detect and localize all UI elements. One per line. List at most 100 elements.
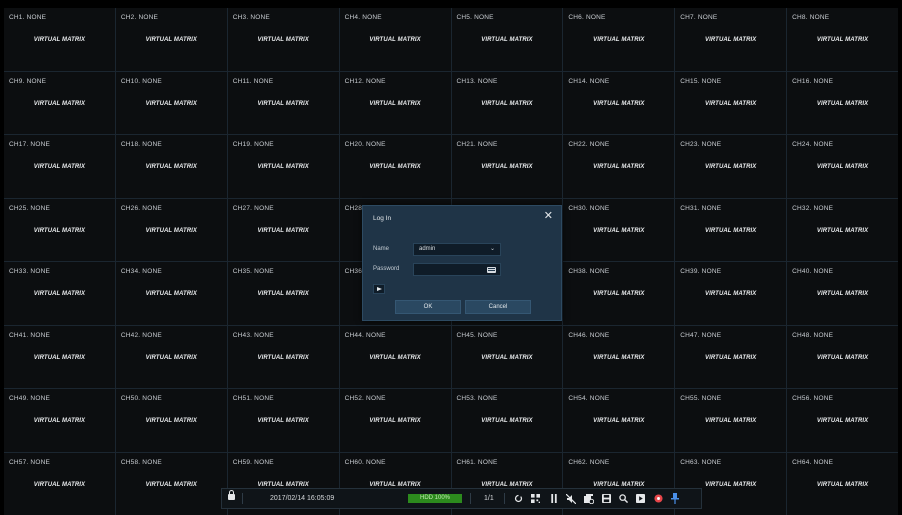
cancel-button[interactable]: Cancel (465, 300, 531, 314)
virtual-matrix-text: VIRTUAL MATRIX (33, 164, 86, 170)
channel-tile[interactable]: CH10. NONE VIRTUAL MATRIX (115, 71, 227, 134)
layout-icon[interactable] (529, 492, 541, 505)
password-field[interactable] (413, 263, 501, 276)
virtual-matrix-text: VIRTUAL MATRIX (33, 481, 86, 488)
virtual-matrix-text: VIRTUAL MATRIX (257, 481, 309, 488)
channel-label: CH32. NONE (792, 204, 834, 212)
virtual-matrix-text: VIRTUAL MATRIX (257, 37, 309, 43)
channel-tile[interactable]: CH22. NONE VIRTUAL MATRIX (563, 135, 675, 198)
channel-tile[interactable]: CH41. NONE VIRTUAL MATRIX (4, 325, 115, 388)
channel-tile[interactable]: CH56. NONE VIRTUAL MATRIX (787, 389, 898, 452)
channel-label: CH11. NONE (232, 77, 274, 85)
channel-label: CH2. NONE (120, 14, 159, 21)
channel-tile[interactable]: CH33. NONE VIRTUAL MATRIX (4, 262, 115, 325)
channel-tile[interactable]: CH12. NONE VIRTUAL MATRIX (339, 71, 451, 134)
channel-tile[interactable]: CH30. NONE VIRTUAL MATRIX (563, 198, 675, 261)
channel-tile[interactable]: CH57. NONE VIRTUAL MATRIX (4, 452, 115, 515)
channel-tile[interactable]: CH5. NONE VIRTUAL MATRIX (451, 8, 563, 71)
channel-label: CH45. NONE (456, 331, 498, 339)
channel-tile[interactable]: CH52. NONE VIRTUAL MATRIX (339, 389, 451, 452)
pin-icon[interactable] (669, 492, 681, 505)
channel-label: CH50. NONE (120, 395, 162, 402)
channel-tile[interactable]: CH46. NONE VIRTUAL MATRIX (563, 325, 675, 388)
close-icon[interactable]: ✕ (544, 211, 553, 222)
channel-tile[interactable]: CH48. NONE VIRTUAL MATRIX (787, 325, 898, 388)
channel-label: CH22. NONE (568, 141, 610, 148)
keyboard-icon[interactable] (487, 267, 496, 273)
channel-tile[interactable]: CH2. NONE VIRTUAL MATRIX (115, 8, 227, 71)
channel-tile[interactable]: CH50. NONE VIRTUAL MATRIX (115, 389, 227, 452)
virtual-matrix-text: VIRTUAL MATRIX (369, 354, 421, 361)
channel-tile[interactable]: CH19. NONE VIRTUAL MATRIX (227, 135, 339, 198)
search-icon[interactable] (617, 492, 629, 505)
channel-tile[interactable]: CH51. NONE VIRTUAL MATRIX (227, 389, 339, 452)
channel-label: CH10. NONE (120, 77, 162, 85)
channel-tile[interactable]: CH35. NONE VIRTUAL MATRIX (227, 262, 339, 325)
pause-icon[interactable] (548, 492, 560, 505)
channel-tile[interactable]: CH31. NONE VIRTUAL MATRIX (675, 198, 787, 261)
channel-tile[interactable]: CH24. NONE VIRTUAL MATRIX (787, 135, 898, 198)
channel-label: CH5. NONE (456, 14, 494, 21)
play-icon[interactable] (373, 284, 385, 294)
channel-tile[interactable]: CH47. NONE VIRTUAL MATRIX (675, 325, 787, 388)
ok-button[interactable]: OK (395, 300, 461, 314)
channel-tile[interactable]: CH44. NONE VIRTUAL MATRIX (339, 325, 451, 388)
channel-tile[interactable]: CH26. NONE VIRTUAL MATRIX (115, 198, 227, 261)
virtual-matrix-text: VIRTUAL MATRIX (369, 481, 421, 488)
virtual-matrix-text: VIRTUAL MATRIX (593, 354, 645, 361)
channel-tile[interactable]: CH13. NONE VIRTUAL MATRIX (451, 71, 563, 134)
channel-label: CH14. NONE (568, 77, 610, 85)
lock-icon[interactable] (228, 490, 235, 500)
channel-tile[interactable]: CH18. NONE VIRTUAL MATRIX (115, 135, 227, 198)
channel-tile[interactable]: CH15. NONE VIRTUAL MATRIX (675, 71, 787, 134)
save-icon[interactable] (600, 492, 612, 505)
channel-label: CH27. NONE (232, 204, 274, 212)
channel-tile[interactable]: CH25. NONE VIRTUAL MATRIX (4, 198, 115, 261)
channel-tile[interactable]: CH27. NONE VIRTUAL MATRIX (227, 198, 339, 261)
channel-tile[interactable]: CH64. NONE VIRTUAL MATRIX (787, 452, 898, 515)
virtual-matrix-text: VIRTUAL MATRIX (816, 227, 869, 234)
channel-tile[interactable]: CH39. NONE VIRTUAL MATRIX (675, 262, 787, 325)
channel-tile[interactable]: CH34. NONE VIRTUAL MATRIX (115, 262, 227, 325)
name-select[interactable]: admin ⌄ (413, 243, 501, 256)
channel-tile[interactable]: CH9. NONE VIRTUAL MATRIX (4, 71, 115, 134)
virtual-matrix-text: VIRTUAL MATRIX (481, 354, 533, 361)
channel-tile[interactable]: CH40. NONE VIRTUAL MATRIX (787, 262, 898, 325)
channel-tile[interactable]: CH1. NONE VIRTUAL MATRIX (4, 8, 115, 71)
virtual-matrix-text: VIRTUAL MATRIX (816, 164, 869, 170)
channel-tile[interactable]: CH8. NONE VIRTUAL MATRIX (787, 8, 898, 71)
channel-tile[interactable]: CH4. NONE VIRTUAL MATRIX (339, 8, 451, 71)
playback-icon[interactable] (634, 492, 646, 505)
channel-tile[interactable]: CH7. NONE VIRTUAL MATRIX (675, 8, 787, 71)
channel-label: CH46. NONE (568, 331, 610, 339)
channel-label: CH8. NONE (792, 14, 830, 21)
channel-tile[interactable]: CH42. NONE VIRTUAL MATRIX (115, 325, 227, 388)
channel-tile[interactable]: CH14. NONE VIRTUAL MATRIX (563, 71, 675, 134)
channel-tile[interactable]: CH3. NONE VIRTUAL MATRIX (227, 8, 339, 71)
channel-tile[interactable]: CH23. NONE VIRTUAL MATRIX (675, 135, 787, 198)
virtual-matrix-text: VIRTUAL MATRIX (145, 164, 198, 170)
channel-label: CH12. NONE (344, 77, 386, 85)
channel-tile[interactable]: CH45. NONE VIRTUAL MATRIX (451, 325, 563, 388)
refresh-icon[interactable] (512, 492, 524, 505)
channel-tile[interactable]: CH21. NONE VIRTUAL MATRIX (451, 135, 563, 198)
virtual-matrix-text: VIRTUAL MATRIX (145, 37, 198, 43)
channel-tile[interactable]: CH32. NONE VIRTUAL MATRIX (787, 198, 898, 261)
display-setting-icon[interactable] (583, 492, 595, 505)
channel-tile[interactable]: CH16. NONE VIRTUAL MATRIX (787, 71, 898, 134)
channel-tile[interactable]: CH49. NONE VIRTUAL MATRIX (4, 389, 115, 452)
channel-tile[interactable]: CH55. NONE VIRTUAL MATRIX (675, 389, 787, 452)
channel-tile[interactable]: CH53. NONE VIRTUAL MATRIX (451, 389, 563, 452)
channel-label: CH19. NONE (232, 141, 274, 148)
datetime: 2017/02/14 16:05:09 (270, 495, 335, 502)
channel-tile[interactable]: CH11. NONE VIRTUAL MATRIX (227, 71, 339, 134)
channel-tile[interactable]: CH6. NONE VIRTUAL MATRIX (563, 8, 675, 71)
record-icon[interactable] (652, 492, 664, 505)
channel-tile[interactable]: CH17. NONE VIRTUAL MATRIX (4, 135, 115, 198)
channel-tile[interactable]: CH38. NONE VIRTUAL MATRIX (563, 262, 675, 325)
channel-tile[interactable]: CH54. NONE VIRTUAL MATRIX (563, 389, 675, 452)
channel-tile[interactable]: CH20. NONE VIRTUAL MATRIX (339, 135, 451, 198)
channel-tile[interactable]: CH58. NONE VIRTUAL MATRIX (115, 452, 227, 515)
mute-icon[interactable] (565, 492, 577, 505)
channel-tile[interactable]: CH43. NONE VIRTUAL MATRIX (227, 325, 339, 388)
